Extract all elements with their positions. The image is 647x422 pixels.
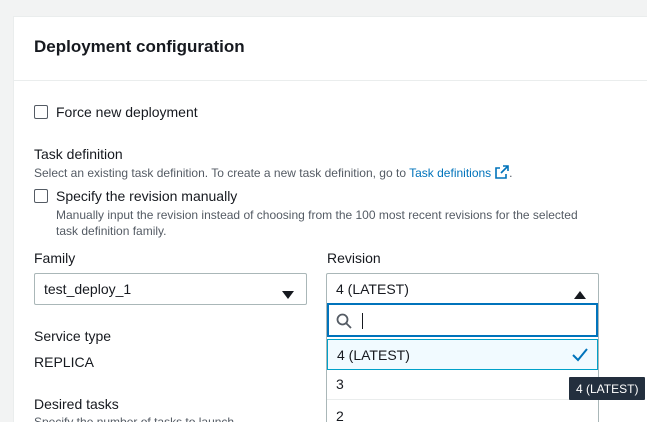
force-deployment-label: Force new deployment <box>56 104 198 120</box>
search-icon <box>336 313 352 334</box>
revision-dropdown: 4 (LATEST) 3 2 <box>326 303 599 422</box>
revision-manual-desc-line2: task definition family. <box>56 224 167 238</box>
task-definitions-link[interactable]: Task definitions <box>409 166 491 180</box>
force-deployment-checkbox[interactable] <box>34 105 48 119</box>
service-type-label: Service type <box>34 328 112 344</box>
task-definition-desc-suffix: . <box>509 166 513 180</box>
option-tooltip: 4 (LATEST) <box>569 377 646 400</box>
revision-option-label: 4 (LATEST) <box>337 346 410 363</box>
caret-down-icon <box>282 286 294 302</box>
caret-up-icon <box>574 286 586 302</box>
revision-manual-label: Specify the revision manually <box>56 188 238 204</box>
revision-select[interactable]: 4 (LATEST) <box>326 273 599 305</box>
service-type-value: REPLICA <box>34 354 94 370</box>
revision-manual-desc: Manually input the revision instead of c… <box>56 207 578 239</box>
text-cursor <box>362 313 363 329</box>
panel-title: Deployment configuration <box>34 37 245 56</box>
family-label: Family <box>34 250 76 266</box>
checkmark-icon <box>572 348 588 365</box>
revision-manual-row[interactable]: Specify the revision manually <box>34 188 237 204</box>
revision-manual-desc-line1: Manually input the revision instead of c… <box>56 208 578 222</box>
revision-option[interactable]: 4 (LATEST) <box>327 339 598 370</box>
revision-option-label: 3 <box>336 376 344 392</box>
revision-option[interactable]: 3 <box>327 369 598 400</box>
revision-manual-checkbox[interactable] <box>34 189 48 203</box>
revision-option-label: 2 <box>336 407 344 422</box>
panel-header: Deployment configuration <box>14 17 647 81</box>
revision-select-value: 4 (LATEST) <box>336 281 409 297</box>
revision-option[interactable]: 2 <box>327 400 598 422</box>
family-select[interactable]: test_deploy_1 <box>34 273 307 305</box>
desired-tasks-desc: Specify the number of tasks to launch <box>34 415 235 422</box>
desired-tasks-label: Desired tasks <box>34 396 119 412</box>
family-select-value: test_deploy_1 <box>44 281 132 297</box>
task-definition-desc-text: Select an existing task definition. To c… <box>34 166 410 180</box>
force-deployment-row[interactable]: Force new deployment <box>34 104 198 120</box>
task-definition-label: Task definition <box>34 146 123 162</box>
external-link-icon[interactable] <box>495 165 509 183</box>
revision-label: Revision <box>327 250 381 266</box>
task-definition-desc: Select an existing task definition. To c… <box>34 165 513 183</box>
revision-search-input[interactable] <box>327 303 598 337</box>
